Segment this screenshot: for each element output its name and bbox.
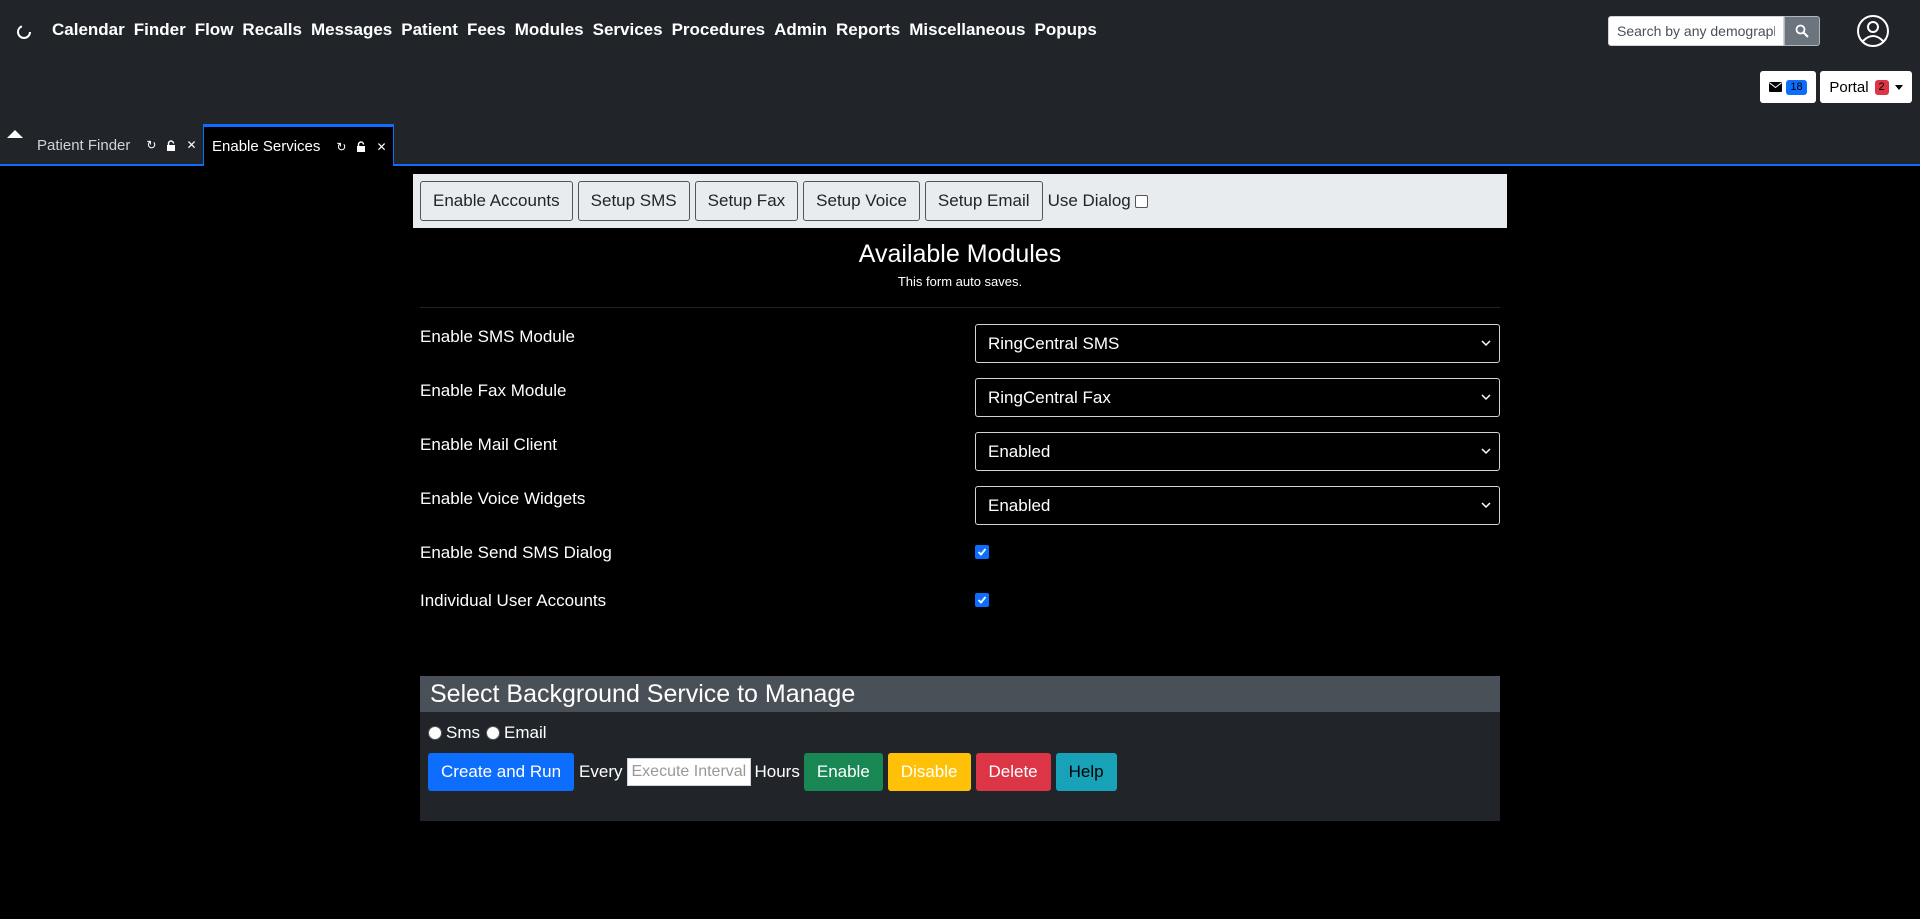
chevron-down-icon bbox=[1481, 502, 1491, 509]
mail-client-select[interactable]: Enabled bbox=[975, 432, 1500, 471]
mail-client-value: Enabled bbox=[988, 441, 1051, 461]
execute-interval-input[interactable] bbox=[626, 758, 751, 786]
user-avatar-icon[interactable] bbox=[1856, 14, 1890, 48]
voice-widgets-value: Enabled bbox=[988, 495, 1051, 515]
tab-label: Enable Services bbox=[212, 138, 321, 155]
use-dialog-label: Use Dialog bbox=[1047, 191, 1131, 210]
envelope-icon bbox=[1769, 82, 1783, 92]
checkmark-icon bbox=[977, 596, 987, 604]
send-sms-dialog-checkbox[interactable] bbox=[975, 545, 989, 559]
create-and-run-button[interactable]: Create and Run bbox=[428, 753, 575, 791]
chevron-down-icon bbox=[1481, 394, 1491, 401]
menu-admin[interactable]: Admin bbox=[774, 20, 827, 40]
sms-radio[interactable] bbox=[428, 726, 442, 740]
user-accounts-checkbox[interactable] bbox=[975, 593, 989, 607]
page-subtitle: This form auto saves. bbox=[897, 274, 1023, 289]
help-button[interactable]: Help bbox=[1055, 753, 1117, 791]
chevron-down-icon bbox=[1481, 448, 1491, 455]
enable-accounts-button[interactable]: Enable Accounts bbox=[420, 181, 573, 221]
fax-module-value: RingCentral Fax bbox=[988, 387, 1111, 407]
messages-button[interactable]: 18 bbox=[1760, 71, 1816, 103]
page-title: Available Modules bbox=[858, 240, 1062, 268]
every-label: Every bbox=[579, 762, 623, 781]
menu-calendar[interactable]: Calendar bbox=[52, 20, 125, 40]
email-radio[interactable] bbox=[486, 726, 500, 740]
tab-patient-finder[interactable]: Patient Finder ↻ ✕ bbox=[37, 124, 202, 166]
voice-widgets-label: Enable Voice Widgets bbox=[420, 489, 586, 508]
use-dialog-checkbox[interactable] bbox=[1134, 194, 1148, 208]
lock-icon[interactable] bbox=[166, 139, 176, 151]
portal-dropdown-button[interactable]: Portal 2 bbox=[1820, 71, 1912, 103]
enable-button[interactable]: Enable bbox=[803, 753, 883, 791]
setup-voice-button[interactable]: Setup Voice bbox=[803, 181, 920, 221]
mail-client-label: Enable Mail Client bbox=[420, 435, 558, 454]
close-icon[interactable]: ✕ bbox=[186, 138, 196, 152]
menu-recalls[interactable]: Recalls bbox=[242, 20, 302, 40]
sms-radio-label: Sms bbox=[446, 723, 480, 742]
messages-count-badge: 18 bbox=[1786, 79, 1807, 95]
refresh-icon[interactable]: ↻ bbox=[146, 138, 156, 152]
caret-down-icon bbox=[1894, 84, 1903, 90]
collapse-up-icon[interactable] bbox=[7, 130, 23, 138]
disable-button[interactable]: Disable bbox=[887, 753, 971, 791]
hours-label: Hours bbox=[754, 762, 800, 781]
setup-sms-button[interactable]: Setup SMS bbox=[577, 181, 690, 221]
voice-widgets-select[interactable]: Enabled bbox=[975, 486, 1500, 525]
sms-module-select[interactable]: RingCentral SMS bbox=[975, 324, 1500, 363]
portal-count-badge: 2 bbox=[1874, 79, 1889, 95]
menu-services[interactable]: Services bbox=[593, 20, 663, 40]
app-logo-icon[interactable] bbox=[14, 22, 34, 42]
background-service-title: Select Background Service to Manage bbox=[420, 676, 1500, 712]
send-sms-dialog-label: Enable Send SMS Dialog bbox=[420, 543, 612, 562]
menu-procedures[interactable]: Procedures bbox=[672, 20, 766, 40]
menu-flow[interactable]: Flow bbox=[195, 20, 234, 40]
menu-reports[interactable]: Reports bbox=[836, 20, 900, 40]
search-icon bbox=[1795, 24, 1809, 38]
setup-fax-button[interactable]: Setup Fax bbox=[694, 181, 799, 221]
tab-label: Patient Finder bbox=[37, 136, 131, 154]
chevron-down-icon bbox=[1481, 340, 1491, 347]
menu-finder[interactable]: Finder bbox=[134, 20, 186, 40]
close-icon[interactable]: ✕ bbox=[376, 140, 386, 154]
background-service-panel: Select Background Service to Manage Sms … bbox=[420, 676, 1500, 821]
delete-button[interactable]: Delete bbox=[975, 753, 1051, 791]
menu-modules[interactable]: Modules bbox=[515, 20, 584, 40]
email-radio-label: Email bbox=[504, 723, 547, 742]
tab-enable-services[interactable]: Enable Services ↻ ✕ bbox=[203, 124, 394, 166]
menu-popups[interactable]: Popups bbox=[1034, 20, 1096, 40]
menu-messages[interactable]: Messages bbox=[311, 20, 392, 40]
fax-module-select[interactable]: RingCentral Fax bbox=[975, 378, 1500, 417]
sms-module-value: RingCentral SMS bbox=[988, 333, 1120, 353]
fax-module-label: Enable Fax Module bbox=[420, 381, 567, 400]
top-header: Calendar Finder Flow Recalls Messages Pa… bbox=[0, 0, 1920, 124]
lock-icon[interactable] bbox=[356, 141, 366, 152]
setup-email-button[interactable]: Setup Email bbox=[924, 181, 1043, 221]
user-accounts-label: Individual User Accounts bbox=[420, 591, 607, 610]
portal-label: Portal bbox=[1829, 78, 1869, 96]
setup-toolbar: Enable Accounts Setup SMS Setup Fax Setu… bbox=[413, 174, 1507, 228]
search-button[interactable] bbox=[1784, 16, 1820, 46]
patient-search bbox=[1608, 16, 1820, 46]
refresh-icon[interactable]: ↻ bbox=[336, 140, 346, 154]
divider bbox=[420, 307, 1500, 308]
main-menu: Calendar Finder Flow Recalls Messages Pa… bbox=[52, 20, 1106, 40]
checkmark-icon bbox=[977, 548, 987, 556]
menu-miscellaneous[interactable]: Miscellaneous bbox=[909, 20, 1025, 40]
sms-module-label: Enable SMS Module bbox=[420, 327, 575, 346]
menu-patient[interactable]: Patient bbox=[401, 20, 458, 40]
menu-fees[interactable]: Fees bbox=[467, 20, 506, 40]
search-input[interactable] bbox=[1608, 16, 1784, 46]
